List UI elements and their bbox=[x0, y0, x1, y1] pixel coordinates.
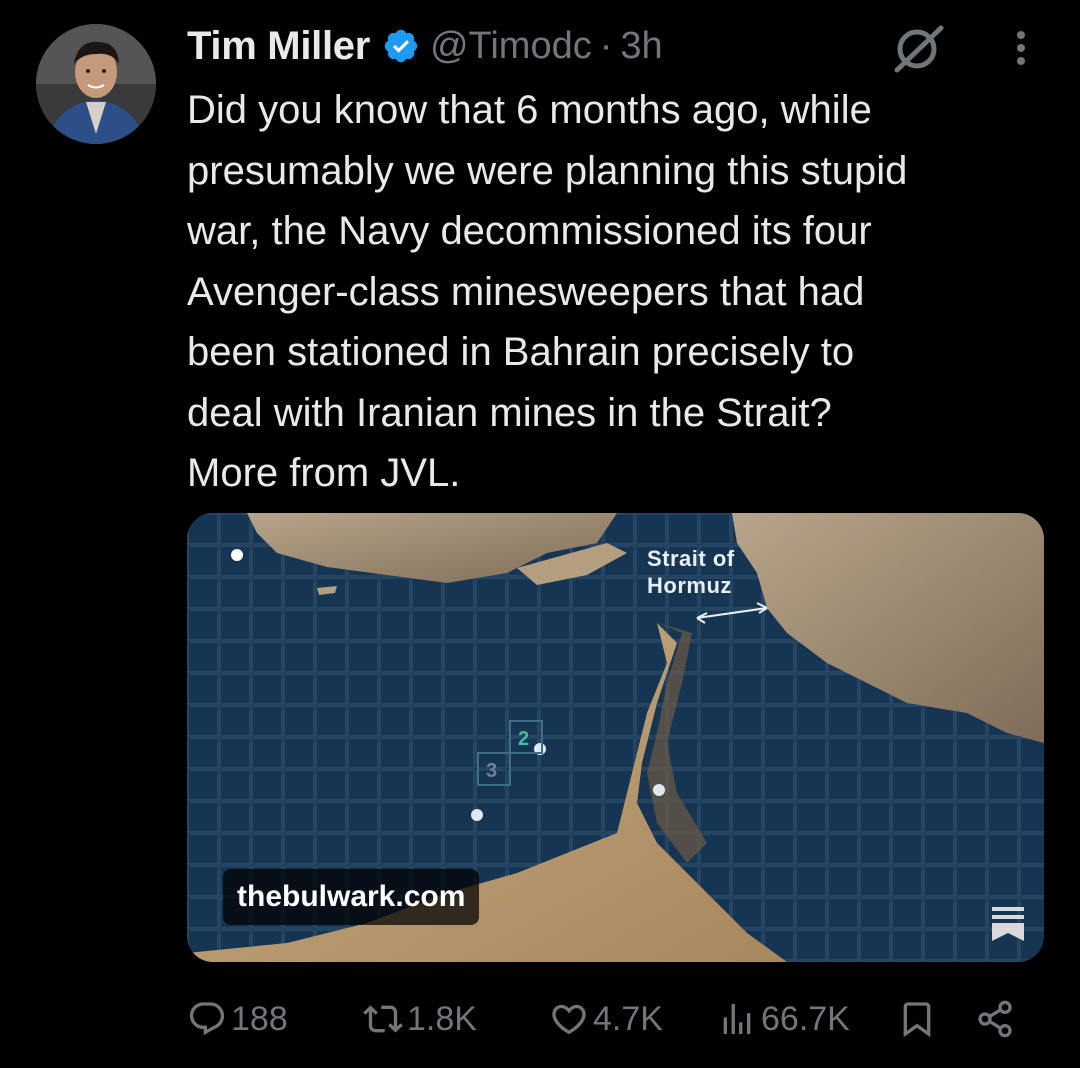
action-bar: 188 1.8K 4.7K 66.7K bbox=[187, 996, 1047, 1042]
tweet-header: Tim Miller @Timodc · 3h bbox=[187, 22, 663, 70]
avatar[interactable] bbox=[36, 24, 156, 144]
tweet-text: Did you know that 6 months ago, while pr… bbox=[187, 88, 908, 495]
reply-icon bbox=[189, 1002, 225, 1036]
grid-marker-2: 2 bbox=[518, 728, 529, 750]
tweet-timestamp[interactable]: 3h bbox=[620, 25, 662, 68]
reply-count: 188 bbox=[231, 999, 288, 1038]
share-icon bbox=[978, 1000, 1012, 1038]
share-button[interactable] bbox=[975, 996, 1019, 1042]
retweet-button[interactable]: 1.8K bbox=[363, 996, 477, 1042]
like-count: 4.7K bbox=[593, 999, 663, 1038]
retweet-count: 1.8K bbox=[407, 999, 477, 1038]
author-name[interactable]: Tim Miller bbox=[187, 24, 370, 69]
map-label: Strait of Hormuz bbox=[647, 546, 735, 598]
retweet-icon bbox=[363, 1005, 403, 1033]
verified-badge-icon[interactable] bbox=[382, 27, 420, 65]
grid-marker-3: 3 bbox=[486, 760, 497, 782]
views-button[interactable]: 66.7K bbox=[717, 996, 850, 1042]
like-button[interactable]: 4.7K bbox=[549, 996, 663, 1042]
bookmark-button[interactable] bbox=[897, 996, 941, 1042]
reply-button[interactable]: 188 bbox=[187, 996, 288, 1042]
grok-icon[interactable] bbox=[891, 22, 947, 74]
views-icon bbox=[723, 1004, 751, 1034]
separator-dot: · bbox=[599, 24, 613, 67]
avatar-photo bbox=[36, 24, 156, 144]
view-count: 66.7K bbox=[761, 999, 850, 1038]
card-domain[interactable]: thebulwark.com bbox=[223, 869, 480, 925]
author-handle[interactable]: @Timodc bbox=[430, 25, 592, 68]
more-options-icon[interactable] bbox=[1004, 26, 1038, 70]
like-icon bbox=[552, 1004, 586, 1035]
link-card[interactable]: 2 3 Strait of Hormuz thebulwark.com bbox=[187, 513, 1044, 962]
article-icon bbox=[992, 907, 1024, 941]
bookmark-icon bbox=[903, 1002, 931, 1038]
